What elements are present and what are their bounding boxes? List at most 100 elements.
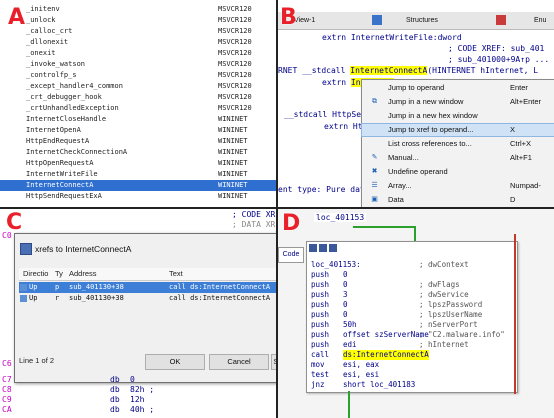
menu-icon: ▣ (371, 196, 378, 203)
import-row[interactable]: _except_handler4_common MSVCR120 (0, 81, 276, 92)
menu-item[interactable]: ✖ Undefine operand (362, 166, 554, 178)
menu-icon: ✎ (371, 154, 378, 161)
code-value: 40h ; (130, 405, 155, 414)
context-menu: Jump to operand Enter ⧉ Jump in a new windo… (361, 79, 554, 207)
import-row[interactable]: InternetConnectA WININET (0, 180, 276, 191)
menu-item[interactable]: ☰ Array... Numpad- (362, 180, 554, 192)
xref-text: call ds:InternetConnectA (169, 283, 271, 291)
tab-structures[interactable]: Structures (406, 14, 438, 27)
cancel-button[interactable]: Cancel (209, 354, 269, 370)
menu-item-label: Jump in a new window (388, 97, 464, 106)
asm-instruction: mov (311, 360, 325, 369)
menu-item[interactable]: ⧉ Jump in a new window Alt+Enter (362, 96, 554, 108)
node-label: loc_401153 (314, 213, 367, 222)
node-icon[interactable] (329, 244, 337, 252)
import-row[interactable]: HttpEndRequestA WININET (0, 136, 276, 147)
menu-item[interactable]: Jump to xref to operand... X (361, 123, 554, 137)
graph-edge (514, 234, 516, 394)
import-row[interactable]: InternetCloseHandle WININET (0, 114, 276, 125)
import-row[interactable]: InternetOpenA WININET (0, 125, 276, 136)
menu-item[interactable]: ✎ Manual... Alt+F1 (362, 152, 554, 164)
code-comment: ; CODE XR (232, 210, 276, 219)
import-library: MSVCR120 (218, 16, 252, 24)
asm-operand: ds:InternetConnectA (343, 350, 429, 360)
import-row[interactable]: _controlfp_s MSVCR120 (0, 70, 276, 81)
import-name: HttpEndRequestA (26, 137, 90, 145)
disassembly-view: View-1 Structures Enu extrn InternetWrit… (278, 0, 554, 209)
import-row[interactable]: HttpOpenRequestA WININET (0, 158, 276, 169)
tab-enums[interactable]: Enu (534, 14, 546, 27)
panel-label-c: C (6, 210, 23, 235)
import-library: WININET (218, 148, 248, 156)
asm-instruction: call (311, 350, 330, 359)
highlighted-symbol[interactable]: InternetConnectA (350, 66, 428, 75)
menu-icon: ⧉ (372, 98, 377, 105)
import-library: MSVCR120 (218, 49, 252, 57)
import-library: MSVCR120 (218, 38, 252, 46)
menu-item-label: Jump to operand (388, 83, 445, 92)
graph-node[interactable]: loc_401153: ; dwContext push 0 push 0 ; dwFlag… (306, 241, 518, 393)
menu-icon (370, 84, 379, 92)
import-row[interactable]: _initenv MSVCR120 (0, 4, 276, 15)
structures-icon (372, 15, 382, 25)
node-icon[interactable] (309, 244, 317, 252)
import-name: _initenv (26, 5, 60, 13)
xref-row[interactable]: Up p sub_401130+38 call ds:InternetConnectA (19, 282, 276, 293)
import-library: MSVCR120 (218, 82, 252, 90)
xref-text: call ds:InternetConnectA (169, 294, 271, 302)
import-row[interactable]: HttpSendRequestExA WININET (0, 191, 276, 202)
asm-operand: 0 (343, 270, 348, 279)
column-direction[interactable]: Directio (23, 268, 48, 280)
menu-item[interactable]: Jump to operand Enter (362, 82, 554, 94)
code-button[interactable]: Code (278, 247, 304, 263)
import-name: _crtUnhandledException (26, 104, 119, 112)
menu-item-label: Manual... (388, 153, 419, 162)
tab-ida-view[interactable]: View-1 (294, 14, 315, 27)
import-row[interactable]: _dllonexit MSVCR120 (0, 37, 276, 48)
asm-instruction: push (311, 310, 330, 319)
asm-comment: ; dwService (419, 290, 469, 299)
menu-item-label: List cross references to... (388, 139, 472, 148)
column-type[interactable]: Ty (55, 268, 63, 280)
import-library: WININET (218, 126, 248, 134)
import-name: HttpSendRequestExA (26, 192, 102, 200)
code-value: 82h ; (130, 385, 155, 394)
graph-edge (414, 226, 416, 242)
import-name: InternetOpenA (26, 126, 81, 134)
menu-item-label: Array... (388, 181, 412, 190)
asm-instruction: push (311, 300, 330, 309)
code-addr: C8 (2, 385, 12, 394)
menu-item[interactable]: List cross references to... Ctrl+X (362, 138, 554, 150)
node-icon[interactable] (319, 244, 327, 252)
asm-operand: 50h (343, 320, 357, 329)
asm-instruction: push (311, 320, 330, 329)
import-row[interactable]: _crtUnhandledException MSVCR120 (0, 103, 276, 114)
xrefs-panel: ; CODE XR ; DATA XR C 0 C6 xrefs to Inter… (0, 209, 278, 418)
code-line: extrn InternetWriteFile:dword (322, 33, 462, 42)
import-row[interactable]: _calloc_crt MSVCR120 (0, 26, 276, 37)
xref-direction: Up (29, 294, 38, 302)
code-line: ent type: Pure data (278, 185, 370, 194)
import-row[interactable]: _invoke_watson MSVCR120 (0, 59, 276, 70)
import-name: _crt_debugger_hook (26, 93, 102, 101)
import-row[interactable]: InternetWriteFile WININET (0, 169, 276, 180)
import-row[interactable]: _crt_debugger_hook MSVCR120 (0, 92, 276, 103)
code-addr: C7 (2, 375, 12, 384)
code-addr: C6 (2, 359, 12, 368)
xref-address: sub_401130+38 (69, 283, 124, 291)
menu-item[interactable]: ▣ Data D (362, 194, 554, 206)
search-button[interactable]: S (271, 354, 276, 370)
ok-button[interactable]: OK (145, 354, 205, 370)
code-op: db (110, 385, 120, 394)
menu-item[interactable]: Jump in a new hex window (362, 110, 554, 122)
asm-instruction: loc_401153: (311, 260, 361, 269)
import-row[interactable]: _unlock MSVCR120 (0, 15, 276, 26)
import-row[interactable]: InternetCheckConnectionA WININET (0, 147, 276, 158)
import-library: WININET (218, 115, 248, 123)
column-text[interactable]: Text (169, 268, 183, 280)
column-address[interactable]: Address (69, 268, 97, 280)
import-row[interactable]: _onexit MSVCR120 (0, 48, 276, 59)
xref-row[interactable]: Up r sub_401130+38 call ds:InternetConnectA (19, 293, 276, 304)
import-library: WININET (218, 170, 248, 178)
asm-instruction: test (311, 370, 330, 379)
